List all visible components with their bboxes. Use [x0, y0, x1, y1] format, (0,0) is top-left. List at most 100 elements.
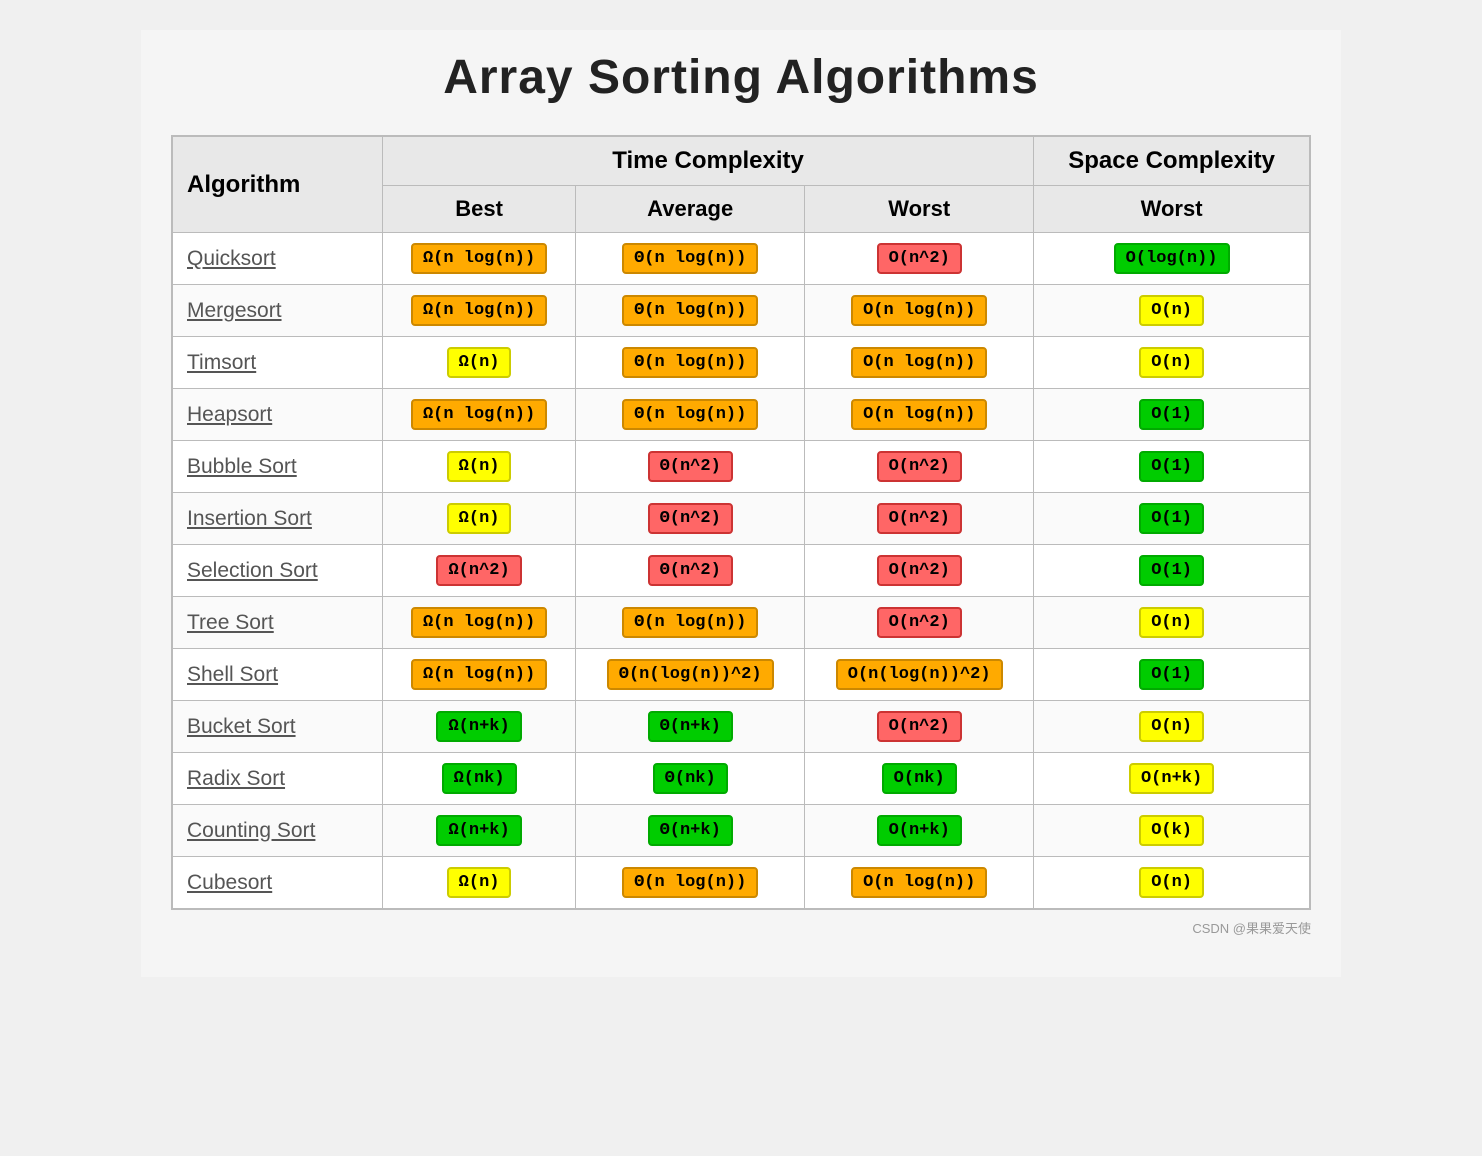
- average-badge: Θ(n log(n)): [622, 399, 758, 430]
- header-average: Average: [576, 186, 805, 233]
- best-badge: Ω(n log(n)): [411, 243, 547, 274]
- best-badge: Ω(n log(n)): [411, 607, 547, 638]
- best-badge: Ω(n): [447, 503, 512, 534]
- average-cell: Θ(nk): [576, 753, 805, 805]
- space-cell: O(n): [1034, 337, 1310, 389]
- space-cell: O(1): [1034, 545, 1310, 597]
- best-badge: Ω(nk): [442, 763, 517, 794]
- best-cell: Ω(n log(n)): [382, 389, 575, 441]
- best-badge: Ω(n log(n)): [411, 659, 547, 690]
- best-cell: Ω(n+k): [382, 701, 575, 753]
- best-cell: Ω(n log(n)): [382, 597, 575, 649]
- watermark: CSDN @果果爱天使: [171, 918, 1311, 937]
- average-cell: Θ(n log(n)): [576, 337, 805, 389]
- average-badge: Θ(n log(n)): [622, 867, 758, 898]
- algo-name-cell: Tree Sort: [172, 597, 382, 649]
- algo-link[interactable]: Bubble Sort: [187, 455, 297, 478]
- space-badge: O(k): [1139, 815, 1204, 846]
- algo-name-cell: Bubble Sort: [172, 441, 382, 493]
- algo-link[interactable]: Cubesort: [187, 871, 272, 894]
- worst-cell: O(n^2): [805, 493, 1034, 545]
- space-badge: O(log(n)): [1114, 243, 1230, 274]
- average-badge: Θ(n log(n)): [622, 607, 758, 638]
- worst-cell: O(nk): [805, 753, 1034, 805]
- average-cell: Θ(n(log(n))^2): [576, 649, 805, 701]
- worst-badge: O(nk): [882, 763, 957, 794]
- average-badge: Θ(n+k): [648, 815, 733, 846]
- algo-name-cell: Quicksort: [172, 233, 382, 285]
- algo-name-cell: Mergesort: [172, 285, 382, 337]
- best-badge: Ω(n^2): [436, 555, 521, 586]
- algo-link[interactable]: Insertion Sort: [187, 507, 312, 530]
- space-cell: O(n+k): [1034, 753, 1310, 805]
- best-badge: Ω(n): [447, 867, 512, 898]
- worst-cell: O(n^2): [805, 701, 1034, 753]
- table-row: Shell SortΩ(n log(n))Θ(n(log(n))^2)O(n(l…: [172, 649, 1310, 701]
- space-cell: O(n): [1034, 701, 1310, 753]
- space-badge: O(n+k): [1129, 763, 1214, 794]
- table-row: MergesortΩ(n log(n))Θ(n log(n))O(n log(n…: [172, 285, 1310, 337]
- average-cell: Θ(n log(n)): [576, 857, 805, 910]
- average-cell: Θ(n log(n)): [576, 285, 805, 337]
- worst-cell: O(n log(n)): [805, 389, 1034, 441]
- worst-badge: O(n log(n)): [851, 347, 987, 378]
- table-row: Timsort Ω(n)Θ(n log(n)) O(n log(n)) O(n): [172, 337, 1310, 389]
- worst-badge: O(n log(n)): [851, 399, 987, 430]
- average-badge: Θ(n log(n)): [622, 295, 758, 326]
- average-cell: Θ(n log(n)): [576, 597, 805, 649]
- header-best: Best: [382, 186, 575, 233]
- algo-link[interactable]: Quicksort: [187, 247, 276, 270]
- best-cell: Ω(n+k): [382, 805, 575, 857]
- table-row: Bucket SortΩ(n+k)Θ(n+k)O(n^2)O(n): [172, 701, 1310, 753]
- sorting-table: Algorithm Time Complexity Space Complexi…: [171, 135, 1311, 910]
- algo-link[interactable]: Radix Sort: [187, 767, 285, 790]
- best-cell: Ω(n^2): [382, 545, 575, 597]
- space-badge: O(1): [1139, 555, 1204, 586]
- algo-link[interactable]: Shell Sort: [187, 663, 278, 686]
- worst-badge: O(n log(n)): [851, 295, 987, 326]
- worst-cell: O(n log(n)): [805, 337, 1034, 389]
- average-cell: Θ(n^2): [576, 545, 805, 597]
- worst-cell: O(n^2): [805, 441, 1034, 493]
- worst-cell: O(n log(n)): [805, 285, 1034, 337]
- table-row: Quicksort Ω(n log(n)) Θ(n log(n)) O(n^2) O(l…: [172, 233, 1310, 285]
- worst-badge: O(n^2): [877, 243, 962, 274]
- algo-name-cell: Counting Sort: [172, 805, 382, 857]
- best-badge: Ω(n log(n)): [411, 399, 547, 430]
- space-cell: O(1): [1034, 389, 1310, 441]
- algo-link[interactable]: Counting Sort: [187, 819, 315, 842]
- algo-link[interactable]: Bucket Sort: [187, 715, 296, 738]
- algo-link[interactable]: Mergesort: [187, 299, 282, 322]
- worst-badge: O(n^2): [877, 451, 962, 482]
- worst-badge: O(n^2): [877, 607, 962, 638]
- algo-name-cell: Bucket Sort: [172, 701, 382, 753]
- average-cell: Θ(n log(n)): [576, 389, 805, 441]
- algo-link[interactable]: Selection Sort: [187, 559, 318, 582]
- best-badge: Ω(n): [447, 451, 512, 482]
- algo-link[interactable]: Heapsort: [187, 403, 272, 426]
- best-cell: Ω(n): [382, 337, 575, 389]
- table-row: Insertion SortΩ(n)Θ(n^2)O(n^2)O(1): [172, 493, 1310, 545]
- space-badge: O(n): [1139, 295, 1204, 326]
- algo-name-cell: Shell Sort: [172, 649, 382, 701]
- header-algorithm: Algorithm: [172, 136, 382, 233]
- table-row: Cubesort Ω(n) Θ(n log(n)) O(n log(n))O(n): [172, 857, 1310, 910]
- table-row: Heapsort Ω(n log(n)) Θ(n log(n)) O(n log(n)…: [172, 389, 1310, 441]
- worst-badge: O(n^2): [877, 503, 962, 534]
- space-badge: O(1): [1139, 503, 1204, 534]
- best-cell: Ω(n): [382, 857, 575, 910]
- worst-cell: O(n+k): [805, 805, 1034, 857]
- space-cell: O(k): [1034, 805, 1310, 857]
- worst-cell: O(n log(n)): [805, 857, 1034, 910]
- algo-link[interactable]: Timsort: [187, 351, 256, 374]
- algo-link[interactable]: Tree Sort: [187, 611, 274, 634]
- best-cell: Ω(n log(n)): [382, 233, 575, 285]
- space-badge: O(1): [1139, 399, 1204, 430]
- average-cell: Θ(n log(n)): [576, 233, 805, 285]
- space-cell: O(log(n)): [1034, 233, 1310, 285]
- best-cell: Ω(n log(n)): [382, 649, 575, 701]
- space-cell: O(n): [1034, 857, 1310, 910]
- header-worst-time: Worst: [805, 186, 1034, 233]
- algo-name-cell: Insertion Sort: [172, 493, 382, 545]
- table-row: Counting Sort Ω(n+k) Θ(n+k) O(n+k) O(k): [172, 805, 1310, 857]
